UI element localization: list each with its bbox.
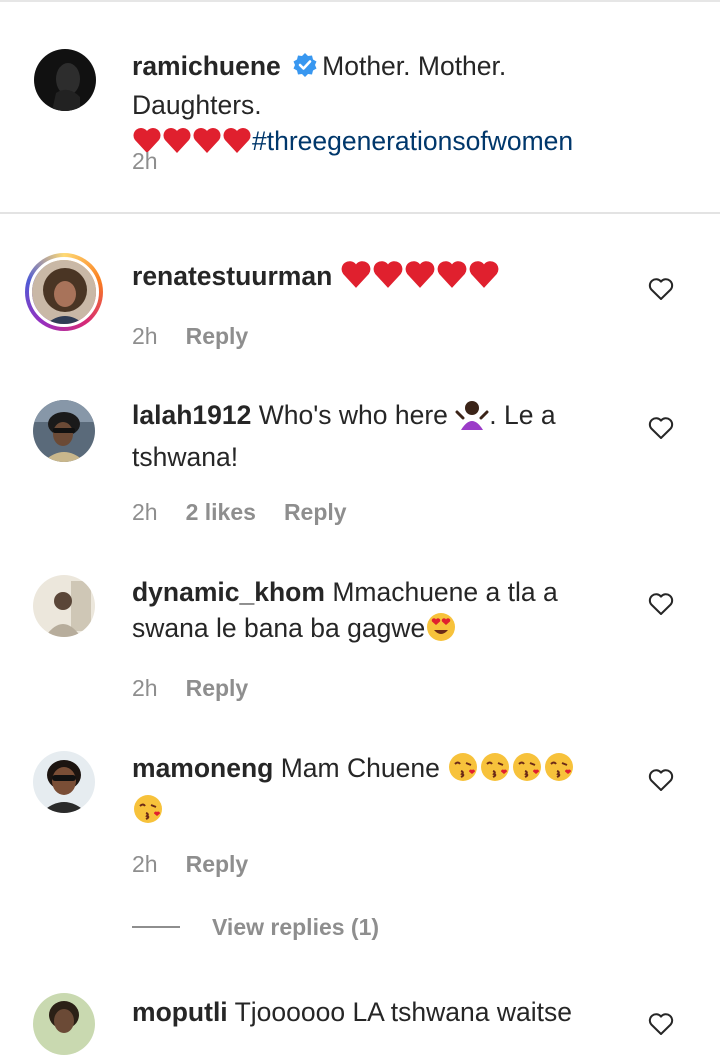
comment-body: Mmachuene a tla a (332, 577, 558, 607)
comment-username[interactable]: moputli (132, 997, 228, 1027)
heart-emoji-icon (372, 259, 404, 298)
caption-meta: 2h (132, 146, 186, 176)
comment-username[interactable]: lalah1912 (132, 400, 251, 430)
like-heart-icon[interactable] (648, 768, 674, 792)
comment-username[interactable]: dynamic_khom (132, 577, 325, 607)
avatar-lalah1912[interactable] (33, 400, 95, 462)
like-heart-icon[interactable] (648, 592, 674, 616)
reply-button[interactable]: Reply (186, 675, 249, 701)
comment-text: moputli Tjoooooo LA tshwana waitse (132, 994, 632, 1030)
post-caption: ramichuene Mother. Mother. Daughters. #t… (0, 0, 720, 214)
hashtag-link[interactable]: #threegenerationsofwomen (252, 126, 573, 156)
comment-time: 2h (132, 851, 158, 877)
comment-username[interactable]: mamoneng (132, 753, 273, 783)
view-replies-label: View replies (1) (212, 914, 380, 940)
caption-text: ramichuene Mother. Mother. Daughters. #t… (132, 48, 632, 163)
caption-username[interactable]: ramichuene (132, 51, 281, 81)
heart-emoji-icon (222, 126, 252, 163)
comment-body: Mam Chuene (280, 753, 440, 783)
comment-meta: 2h Reply (132, 321, 276, 351)
heart-emoji-icon (404, 259, 436, 298)
kissing-heart-emoji-icon (447, 751, 479, 792)
likes-count[interactable]: 2 likes (186, 499, 256, 525)
like-heart-icon[interactable] (648, 277, 674, 301)
person-shrugging-emoji-icon (455, 398, 489, 439)
avatar-ramichuene[interactable] (34, 49, 96, 111)
kissing-heart-emoji-icon (479, 751, 511, 792)
avatar-moputli[interactable] (33, 993, 95, 1055)
reply-button[interactable]: Reply (284, 499, 347, 525)
reply-button[interactable]: Reply (186, 851, 249, 877)
comment-body: Tjoooooo LA tshwana waitse (234, 997, 572, 1027)
comment-meta: 2h Reply (132, 673, 276, 703)
view-replies-button[interactable]: View replies (1) (132, 914, 379, 941)
heart-emoji-icon (468, 259, 500, 298)
replies-divider (132, 926, 180, 928)
comment-text: renatestuurman (132, 258, 632, 298)
heart-eyes-emoji-icon (425, 611, 457, 652)
heart-emoji-icon (436, 259, 468, 298)
heart-emoji-icon (340, 259, 372, 298)
comment-text: lalah1912 Who's who here . Le a tshwana! (132, 397, 632, 475)
comment-body-2: . Le a (489, 400, 556, 430)
comment-time: 2h (132, 323, 158, 349)
verified-badge-icon (292, 51, 318, 87)
comment-time: 2h (132, 499, 158, 525)
comment-text: dynamic_khom Mmachuene a tla a swana le … (132, 574, 632, 652)
avatar-mamoneng[interactable] (33, 751, 95, 813)
comment-text: mamoneng Mam Chuene (132, 750, 632, 834)
heart-emoji-icon (192, 126, 222, 163)
caption-time: 2h (132, 148, 158, 174)
kissing-heart-emoji-icon (511, 751, 543, 792)
reply-button[interactable]: Reply (186, 323, 249, 349)
comment-body-3: tshwana! (132, 442, 239, 472)
like-heart-icon[interactable] (648, 1012, 674, 1036)
avatar-renatestuurman[interactable] (25, 253, 103, 331)
kissing-heart-emoji-icon (543, 751, 575, 792)
comment-body-2: swana le bana ba gagwe (132, 613, 426, 643)
comment-time: 2h (132, 675, 158, 701)
comment-meta: 2h 2 likes Reply (132, 497, 375, 527)
comment-username[interactable]: renatestuurman (132, 261, 332, 291)
comment-body: Who's who here (258, 400, 448, 430)
avatar-dynamic-khom[interactable] (33, 575, 95, 637)
like-heart-icon[interactable] (648, 416, 674, 440)
kissing-heart-emoji-icon (132, 793, 164, 834)
comment-meta: 2h Reply (132, 849, 276, 879)
